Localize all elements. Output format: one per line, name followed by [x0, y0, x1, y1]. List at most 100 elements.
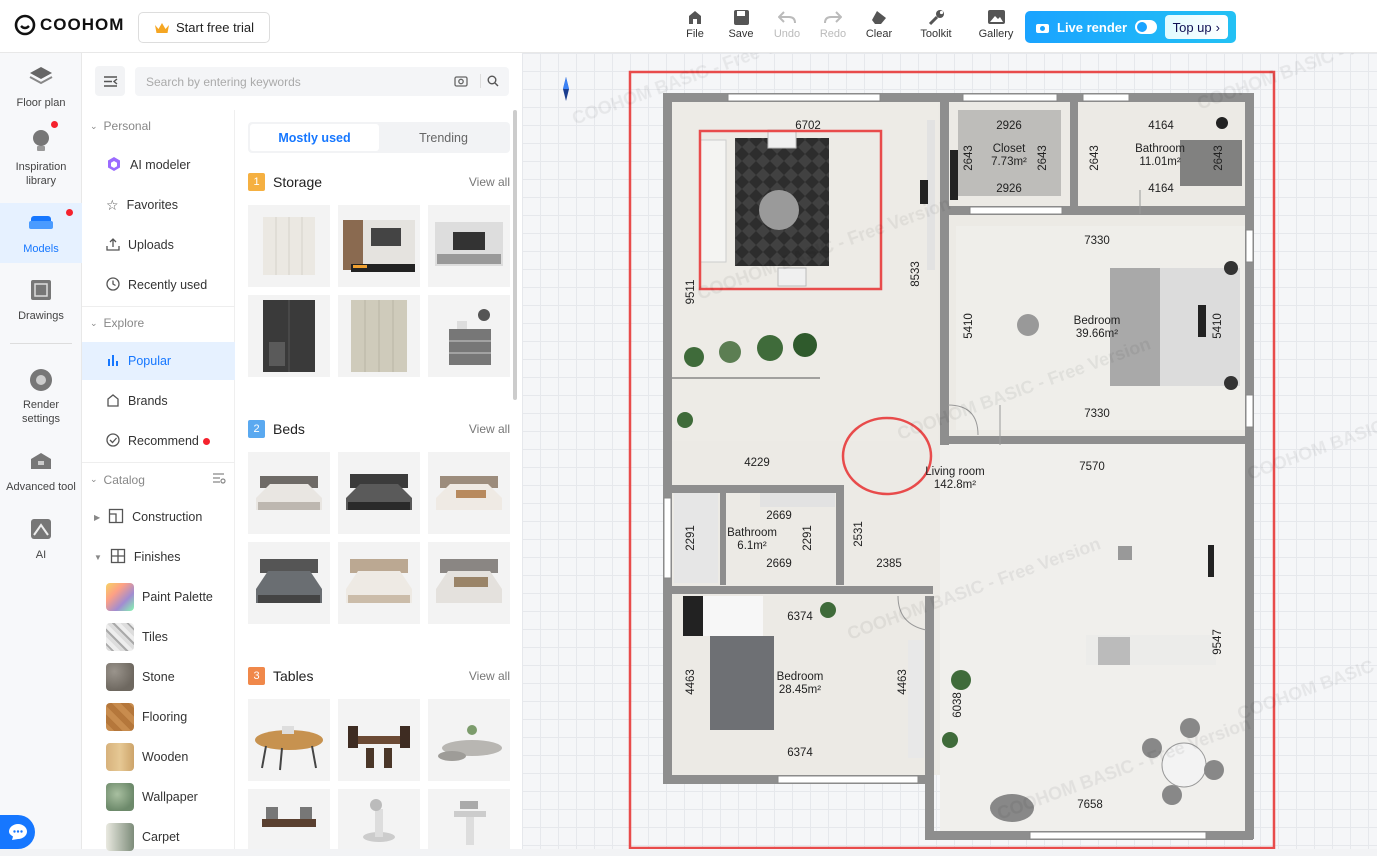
item-popular[interactable]: Popular	[82, 342, 235, 380]
item-wooden[interactable]: Wooden	[82, 738, 235, 776]
models-scrollbar[interactable]	[513, 110, 517, 400]
model-thumbnail[interactable]	[248, 542, 330, 624]
dimension-label: 5410	[1212, 313, 1224, 339]
nav-inspiration-library[interactable]: Inspiration library	[0, 128, 82, 190]
item-stone[interactable]: Stone	[82, 658, 235, 696]
model-thumbnail[interactable]	[338, 295, 420, 377]
view-all-beds-link[interactable]: View all	[469, 422, 510, 436]
toolkit-button[interactable]: Toolkit	[902, 6, 970, 40]
tab-trending[interactable]: Trending	[379, 124, 508, 151]
top-up-button[interactable]: Top up ›	[1164, 15, 1228, 39]
nav-floor-plan[interactable]: Floor plan	[0, 64, 82, 116]
nav-ai[interactable]: AI	[0, 516, 82, 562]
search-input[interactable]: Search by entering keywords	[135, 67, 509, 96]
model-thumbnail[interactable]	[248, 205, 330, 287]
view-all-tables-link[interactable]: View all	[469, 669, 510, 683]
image-search-icon[interactable]	[454, 75, 468, 87]
live-render-toggle[interactable]	[1135, 20, 1158, 34]
room-name-label[interactable]: Bedroom	[777, 671, 824, 683]
model-thumbnail[interactable]	[248, 789, 330, 849]
crown-icon	[154, 22, 169, 33]
item-flooring[interactable]: Flooring	[82, 698, 235, 736]
dimension-label: 2643	[1089, 145, 1101, 171]
file-button[interactable]: File	[672, 6, 718, 40]
coohom-logo[interactable]: COOHOM	[14, 14, 124, 36]
category-storage-header: 1 Storage View all	[248, 173, 510, 191]
upload-icon	[106, 237, 120, 254]
floor-plan-canvas[interactable]: 6702 9511 8533 2926 2643 2643 2926 4164 2643 2643…	[522, 53, 1377, 849]
start-free-trial-button[interactable]: Start free trial	[138, 12, 270, 43]
undo-button[interactable]: Undo	[764, 6, 810, 40]
item-brands[interactable]: Brands	[82, 382, 235, 420]
item-favorites[interactable]: ☆ Favorites	[82, 186, 235, 224]
save-button[interactable]: Save	[718, 6, 764, 40]
bathtub	[1180, 140, 1242, 186]
star-icon: ☆	[106, 196, 119, 213]
live-render-bar[interactable]: Live render Top up ›	[1025, 11, 1236, 43]
item-wallpaper[interactable]: Wallpaper	[82, 778, 235, 816]
chevron-right-icon: ›	[1215, 19, 1220, 35]
model-thumbnail[interactable]	[428, 205, 510, 287]
model-thumbnail[interactable]	[248, 452, 330, 534]
room-name-label[interactable]: Bathroom	[727, 527, 777, 539]
section-personal[interactable]: ⌄ Personal	[90, 119, 151, 133]
drawing-icon	[28, 277, 54, 303]
ai-icon	[28, 516, 54, 542]
item-uploads[interactable]: Uploads	[82, 226, 235, 264]
model-thumbnail[interactable]	[428, 542, 510, 624]
item-tiles[interactable]: Tiles	[82, 618, 235, 656]
favorites-label: Favorites	[126, 198, 178, 212]
kitchen-counter	[1086, 635, 1216, 665]
nav-ai-label: AI	[35, 549, 47, 561]
item-recommend[interactable]: Recommend	[82, 422, 235, 460]
room-name-label[interactable]: Bathroom	[1135, 143, 1185, 155]
compass-icon[interactable]	[563, 77, 569, 101]
gallery-button[interactable]: Gallery	[970, 6, 1022, 40]
category-number: 2	[248, 420, 265, 438]
filter-settings-icon[interactable]	[212, 472, 226, 487]
room-name-label[interactable]: Bedroom	[1074, 315, 1121, 327]
nav-advanced-tool[interactable]: Advanced tool	[0, 448, 82, 494]
item-ai-modeler[interactable]: AI modeler	[82, 146, 235, 184]
search-icon[interactable]	[487, 75, 499, 87]
clear-button[interactable]: Clear	[856, 6, 902, 40]
dimension-label: 4463	[897, 669, 909, 695]
camera-icon	[1036, 23, 1049, 33]
dimension-label: 6702	[795, 120, 821, 132]
item-finishes[interactable]: ▼ Finishes	[82, 538, 235, 576]
view-all-storage-link[interactable]: View all	[469, 175, 510, 189]
model-thumbnail[interactable]	[428, 699, 510, 781]
wrench-icon	[928, 6, 945, 28]
room-name-label[interactable]: Closet	[993, 143, 1026, 155]
section-catalog[interactable]: ⌄ Catalog	[90, 472, 226, 487]
tab-mostly-used[interactable]: Mostly used	[250, 124, 379, 151]
model-thumbnail[interactable]	[428, 789, 510, 849]
model-thumbnail[interactable]	[338, 699, 420, 781]
model-thumbnail[interactable]	[338, 205, 420, 287]
model-thumbnail[interactable]	[428, 452, 510, 534]
flooring-label: Flooring	[142, 710, 188, 724]
collapse-panel-button[interactable]	[95, 66, 125, 96]
main-toolbar: File Save Undo Redo Clear Toolkit Galler…	[672, 6, 1022, 40]
section-explore[interactable]: ⌄ Explore	[90, 316, 144, 330]
model-thumbnail[interactable]	[248, 295, 330, 377]
wallpaper-swatch	[106, 783, 134, 811]
item-carpet[interactable]: Carpet	[82, 818, 235, 856]
brand-icon	[106, 393, 120, 410]
model-thumbnail[interactable]	[248, 699, 330, 781]
shower-head	[1216, 117, 1228, 129]
model-thumbnail[interactable]	[338, 452, 420, 534]
item-paint-palette[interactable]: Paint Palette	[82, 578, 235, 616]
nav-render-settings[interactable]: Render settings	[0, 368, 82, 426]
room-name-label[interactable]: Living room	[925, 466, 984, 478]
nav-drawings[interactable]: Drawings	[0, 277, 82, 325]
chat-support-button[interactable]	[0, 815, 35, 849]
tv	[1198, 305, 1206, 337]
recommend-notification-dot	[202, 437, 210, 445]
model-thumbnail[interactable]	[338, 542, 420, 624]
item-construction[interactable]: ▶ Construction	[82, 498, 235, 536]
redo-button[interactable]: Redo	[810, 6, 856, 40]
item-recently-used[interactable]: Recently used	[82, 266, 235, 304]
model-thumbnail[interactable]	[428, 295, 510, 377]
model-thumbnail[interactable]	[338, 789, 420, 849]
